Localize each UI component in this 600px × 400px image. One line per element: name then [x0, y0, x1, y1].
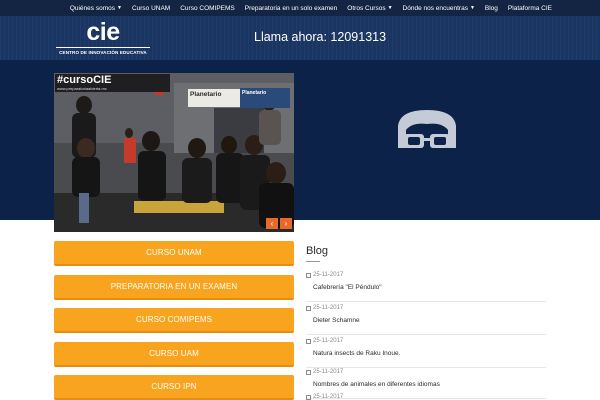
slider-next-button[interactable]: ›: [280, 218, 292, 229]
course-button-comipems[interactable]: CURSO COMIPEMS: [54, 308, 294, 333]
blog-post[interactable]: 25-11-2017 Cafebrería "El Péndulo": [306, 270, 546, 302]
course-button-unam[interactable]: CURSO UNAM: [54, 241, 294, 266]
post-date: 25-11-2017: [306, 338, 343, 344]
logo-mark: cie: [86, 18, 120, 46]
course-button-uam[interactable]: CURSO UAM: [54, 342, 294, 367]
image-slider[interactable]: #cursoCIE www.preparatoriaabierta.mx Pla…: [54, 73, 294, 232]
nav-label: Blog: [484, 4, 498, 12]
chevron-left-icon: ‹: [270, 219, 274, 228]
nav-label: Curso COMIPEMS: [180, 4, 235, 12]
chevron-right-icon: ›: [284, 219, 288, 228]
site-logo[interactable]: cie CENTRO DE INNOVACIÓN EDUCATIVA: [56, 18, 150, 58]
slide-hashtag: #cursoCIE: [57, 74, 112, 86]
blog-post[interactable]: 25-11-2017 Natura insects de Raku Inoue.: [306, 336, 546, 368]
caret-down-icon: ▼: [387, 5, 393, 11]
course-button-ipn[interactable]: CURSO IPN: [54, 375, 294, 400]
planetario-sign-right: Planetario: [240, 88, 290, 108]
nav-item-quienes-somos[interactable]: Quiénes somos ▼: [70, 5, 122, 12]
calendar-icon: [306, 338, 311, 344]
post-date-text: 25-11-2017: [313, 272, 344, 278]
post-date: 25-11-2017: [306, 305, 343, 311]
nav-item-curso-unam[interactable]: Curso UNAM: [132, 5, 170, 12]
post-title[interactable]: Dieter Schamne: [313, 317, 360, 324]
calendar-icon: [306, 369, 311, 375]
nav-item-curso-comipems[interactable]: Curso COMIPEMS: [180, 5, 235, 12]
nav-item-plataforma-cie[interactable]: Plataforma CIE: [508, 5, 552, 12]
blog-post[interactable]: 25-11-2017: [306, 393, 546, 400]
nav-label: Dónde nos encuentras: [402, 4, 468, 12]
post-date-text: 25-11-2017: [313, 338, 344, 344]
post-date-text: 25-11-2017: [313, 394, 344, 400]
nav-label: Plataforma CIE: [507, 4, 552, 12]
nav-item-otros-cursos[interactable]: Otros Cursos ▼: [347, 5, 392, 12]
slide-hashtag-url: www.preparatoriaabierta.mx: [57, 86, 107, 91]
phone-callout: Llama ahora: 12091313: [254, 30, 387, 44]
calendar-icon: [306, 305, 311, 311]
post-title[interactable]: Natura insects de Raku Inoue.: [313, 350, 400, 357]
nav-item-donde-nos-encuentras[interactable]: Dónde nos encuentras ▼: [403, 5, 475, 12]
nav-item-preparatoria[interactable]: Preparatoria en un solo examen: [245, 5, 338, 12]
planetario-sign-center: Planetario: [188, 89, 240, 107]
top-nav: Quiénes somos ▼ Curso UNAM Curso COMIPEMS…: [0, 0, 600, 16]
post-title[interactable]: Cafebrería "El Péndulo": [313, 284, 382, 291]
nav-item-blog[interactable]: Blog: [485, 5, 498, 12]
calendar-icon: [306, 394, 311, 400]
post-title[interactable]: Nombres de animales en diferentes idioma…: [313, 381, 440, 388]
nav-label: Otros Cursos: [347, 4, 386, 12]
post-date-text: 25-11-2017: [313, 369, 344, 375]
nav-label: Curso UNAM: [131, 4, 171, 12]
nav-label: Preparatoria en un solo examen: [244, 4, 338, 12]
nav-label: Quiénes somos: [69, 4, 115, 12]
post-date: 25-11-2017: [306, 369, 343, 375]
logo-divider: [56, 47, 150, 48]
slide-hashtag-banner: #cursoCIE www.preparatoriaabierta.mx: [55, 74, 170, 92]
site-header: cie CENTRO DE INNOVACIÓN EDUCATIVA Llama…: [0, 16, 600, 60]
blog-heading-underline: [306, 261, 320, 262]
caret-down-icon: ▼: [469, 5, 475, 11]
post-date-text: 25-11-2017: [313, 305, 344, 311]
blog-post[interactable]: 25-11-2017 Dieter Schamne: [306, 303, 546, 335]
post-date: 25-11-2017: [306, 272, 343, 278]
caret-down-icon: ▼: [116, 5, 122, 11]
slider-prev-button[interactable]: ‹: [266, 218, 278, 229]
logo-tagline: CENTRO DE INNOVACIÓN EDUCATIVA: [59, 50, 147, 55]
user-avatar-icon: [398, 110, 456, 148]
calendar-icon: [306, 272, 311, 278]
blog-heading: Blog: [306, 245, 329, 257]
post-date: 25-11-2017: [306, 394, 343, 400]
course-button-preparatoria[interactable]: PREPARATORIA EN UN EXAMEN: [54, 275, 294, 300]
